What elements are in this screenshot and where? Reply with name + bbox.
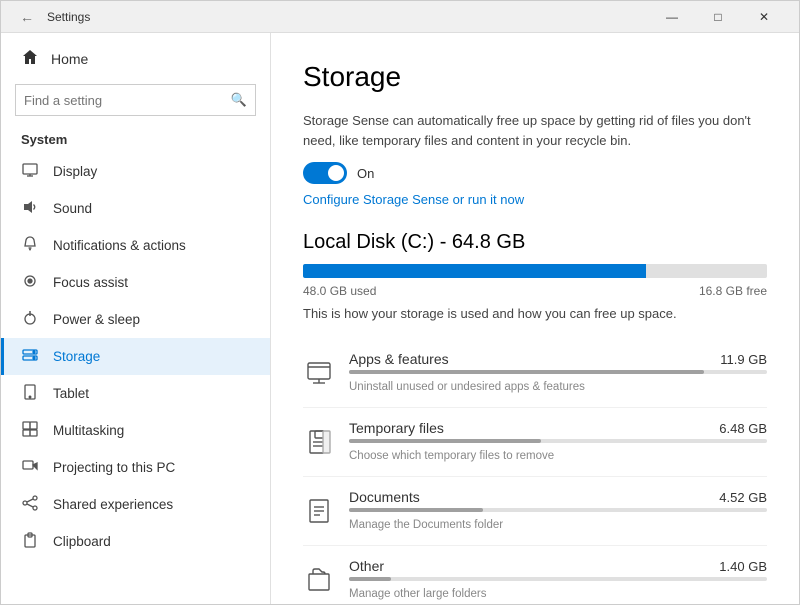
notifications-icon [21,236,39,255]
sidebar-item-shared-label: Shared experiences [53,497,173,512]
page-title: Storage [303,61,767,93]
sidebar-item-power[interactable]: Power & sleep [1,301,270,338]
storage-item-info: Apps & features 11.9 GB Uninstall unused… [349,351,767,395]
tablet-icon [21,384,39,403]
storage-item-info: Documents 4.52 GB Manage the Documents f… [349,489,767,533]
sidebar-item-clipboard-label: Clipboard [53,534,111,549]
storage-item-bar-fill [349,508,483,512]
storage-item-info: Temporary files 6.48 GB Choose which tem… [349,420,767,464]
home-icon [21,49,39,68]
storage-item-bar-fill [349,439,541,443]
sidebar-item-home[interactable]: Home [1,41,270,76]
storage-sense-desc: Storage Sense can automatically free up … [303,111,767,150]
back-button[interactable]: ← [13,3,41,31]
sidebar-item-focus[interactable]: Focus assist [1,264,270,301]
multitasking-icon [21,421,39,440]
sidebar-item-tablet[interactable]: Tablet [1,375,270,412]
sidebar-item-multitasking-label: Multitasking [53,423,124,438]
sidebar-item-storage[interactable]: Storage [1,338,270,375]
storage-item-bar [349,370,767,374]
storage-item-name: Documents [349,489,420,505]
window-controls: — □ ✕ [649,1,787,33]
close-button[interactable]: ✕ [741,1,787,33]
storage-item-name: Temporary files [349,420,444,436]
configure-link[interactable]: Configure Storage Sense or run it now [303,192,767,207]
toggle-knob [328,165,344,181]
storage-item[interactable]: Documents 4.52 GB Manage the Documents f… [303,477,767,546]
search-input[interactable] [24,93,231,108]
home-label: Home [51,51,88,67]
sidebar-item-focus-label: Focus assist [53,275,128,290]
disk-note: This is how your storage is used and how… [303,306,767,321]
storage-item-size: 1.40 GB [719,559,767,574]
storage-item-bar-fill [349,370,704,374]
sidebar-item-display[interactable]: Display [1,153,270,190]
storage-item-desc: Choose which temporary files to remove [349,450,554,462]
content-area: Home 🔍 System Display [1,33,799,604]
disk-bar-container [303,264,767,278]
storage-item-icon [303,426,335,458]
sidebar-item-notifications-label: Notifications & actions [53,238,186,253]
storage-item-icon [303,564,335,596]
search-box[interactable]: 🔍 [15,84,256,116]
display-icon [21,162,39,181]
sidebar-item-notifications[interactable]: Notifications & actions [1,227,270,264]
sidebar-item-display-label: Display [53,164,97,179]
sidebar-item-shared[interactable]: Shared experiences [1,486,270,523]
sidebar-item-clipboard[interactable]: Clipboard [1,523,270,560]
storage-item-info: Other 1.40 GB Manage other large folders [349,558,767,602]
storage-item[interactable]: Other 1.40 GB Manage other large folders [303,546,767,604]
storage-item-size: 6.48 GB [719,421,767,436]
maximize-button[interactable]: □ [695,1,741,33]
power-icon [21,310,39,329]
titlebar: ← Settings — □ ✕ [1,1,799,33]
sidebar-item-projecting-label: Projecting to this PC [53,460,175,475]
storage-item-bar [349,508,767,512]
storage-items-list: Apps & features 11.9 GB Uninstall unused… [303,339,767,604]
settings-window: ← Settings — □ ✕ Home 🔍 System [0,0,800,605]
sidebar-item-projecting[interactable]: Projecting to this PC [1,449,270,486]
focus-icon [21,273,39,292]
sidebar-item-sound[interactable]: Sound [1,190,270,227]
minimize-button[interactable]: — [649,1,695,33]
storage-icon [21,347,39,366]
storage-item-size: 4.52 GB [719,490,767,505]
sidebar-item-tablet-label: Tablet [53,386,89,401]
window-title: Settings [47,10,649,24]
storage-item-size: 11.9 GB [720,352,767,367]
sound-icon [21,199,39,218]
sidebar-item-storage-label: Storage [53,349,100,364]
sidebar: Home 🔍 System Display [1,33,271,604]
storage-item-name: Other [349,558,384,574]
storage-item[interactable]: Temporary files 6.48 GB Choose which tem… [303,408,767,477]
storage-item-desc: Manage other large folders [349,588,486,600]
storage-item-icon [303,495,335,527]
storage-item[interactable]: Apps & features 11.9 GB Uninstall unused… [303,339,767,408]
sidebar-item-multitasking[interactable]: Multitasking [1,412,270,449]
storage-item-icon [303,357,335,389]
storage-item-desc: Manage the Documents folder [349,519,503,531]
main-panel: Storage Storage Sense can automatically … [271,33,799,604]
projecting-icon [21,458,39,477]
toggle-label: On [357,166,374,181]
storage-item-bar [349,439,767,443]
free-label: 16.8 GB free [699,284,767,298]
disk-stats: 48.0 GB used 16.8 GB free [303,284,767,298]
storage-item-bar-fill [349,577,391,581]
shared-icon [21,495,39,514]
storage-item-desc: Uninstall unused or undesired apps & fea… [349,381,585,393]
disk-bar-fill [303,264,646,278]
clipboard-icon [21,532,39,551]
sidebar-section-label: System [1,128,270,151]
disk-title: Local Disk (C:) - 64.8 GB [303,231,767,254]
storage-item-bar [349,577,767,581]
storage-sense-toggle[interactable] [303,162,347,184]
sidebar-item-power-label: Power & sleep [53,312,140,327]
sidebar-item-sound-label: Sound [53,201,92,216]
search-icon: 🔍 [231,92,247,108]
used-label: 48.0 GB used [303,284,376,298]
toggle-row: On [303,162,767,184]
storage-item-name: Apps & features [349,351,449,367]
